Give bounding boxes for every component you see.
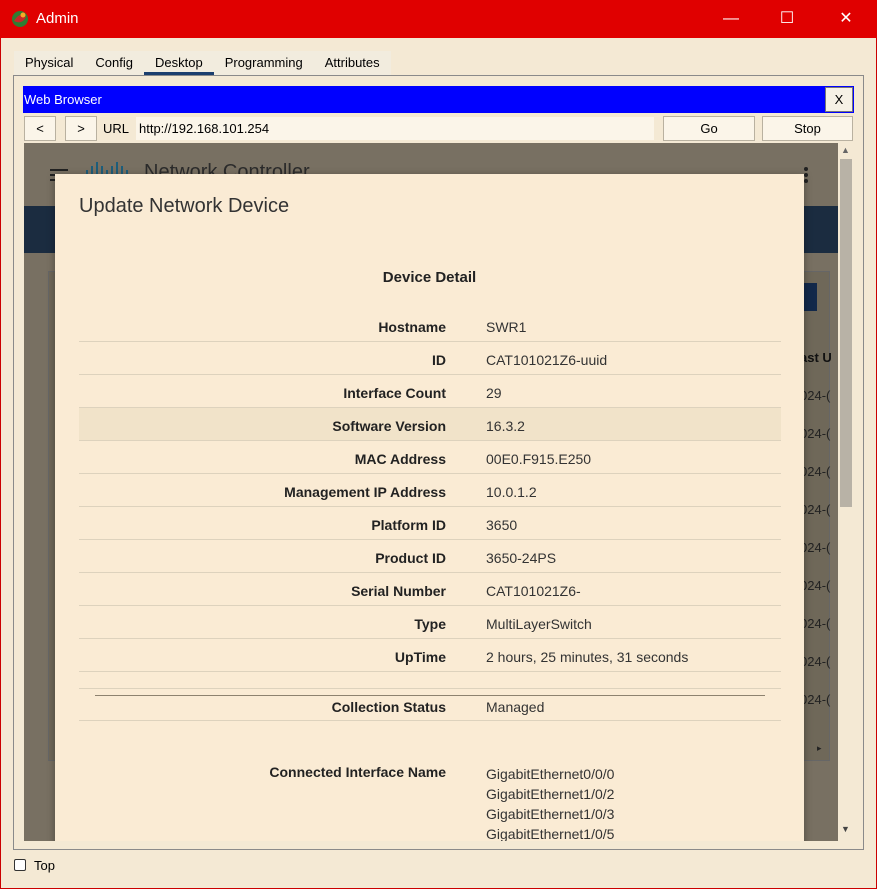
scrollbar-thumb[interactable]	[840, 159, 852, 507]
top-checkbox[interactable]	[14, 859, 26, 871]
detail-label: Software Version	[332, 418, 446, 434]
go-button[interactable]: Go	[663, 116, 755, 141]
maximize-button[interactable]: ☐	[758, 0, 816, 38]
update-device-modal: Update Network Device Device Detail Host…	[55, 174, 804, 841]
forward-button[interactable]: >	[65, 116, 97, 141]
detail-label: Hostname	[378, 319, 446, 335]
detail-value: 2 hours, 25 minutes, 31 seconds	[486, 649, 689, 665]
detail-value: CAT101021Z6-	[486, 583, 581, 599]
tab-programming[interactable]: Programming	[214, 51, 314, 75]
detail-row-id: ID CAT101021Z6-uuid	[79, 342, 781, 375]
detail-row-platform-id: Platform ID 3650	[79, 507, 781, 540]
interface-item: GigabitEthernet0/0/0	[486, 766, 615, 782]
detail-label: Interface Count	[343, 385, 446, 401]
web-browser-title: Web Browser	[23, 86, 854, 113]
interface-item: GigabitEthernet1/0/2	[486, 786, 615, 802]
minimize-button[interactable]: —	[702, 0, 760, 38]
detail-value: 29	[486, 385, 502, 401]
stop-button[interactable]: Stop	[762, 116, 853, 141]
modal-title: Update Network Device	[79, 195, 290, 217]
tab-attributes[interactable]: Attributes	[314, 51, 391, 75]
tab-desktop[interactable]: Desktop	[144, 51, 214, 75]
detail-value: Managed	[486, 699, 545, 715]
detail-row-product-id: Product ID 3650-24PS	[79, 540, 781, 573]
interface-list: GigabitEthernet0/0/0 GigabitEthernet1/0/…	[486, 764, 614, 841]
url-label: URL	[103, 121, 130, 136]
detail-value: MultiLayerSwitch	[486, 616, 592, 632]
detail-value: CAT101021Z6-uuid	[486, 352, 608, 368]
detail-label: Serial Number	[351, 583, 446, 599]
browser-nav-row: < > URL Go Stop	[23, 116, 854, 141]
window-titlebar: Admin — ☐ ✕	[0, 0, 877, 38]
detail-label: Product ID	[375, 550, 446, 566]
detail-label: UpTime	[394, 649, 446, 665]
detail-row-hostname: Hostname SWR1	[79, 309, 781, 342]
detail-value: 10.0.1.2	[486, 484, 537, 500]
tab-physical[interactable]: Physical	[14, 51, 84, 75]
detail-row-management-ip: Management IP Address 10.0.1.2	[79, 474, 781, 507]
detail-label: Type	[414, 616, 446, 632]
interface-item: GigabitEthernet1/0/3	[486, 806, 615, 822]
section-title: Device Detail	[382, 269, 477, 286]
detail-row-collection-status: Collection Status Managed	[79, 688, 781, 721]
detail-row-software-version: Software Version 16.3.2	[79, 408, 781, 441]
device-tabs: Physical Config Desktop Programming Attr…	[14, 51, 391, 75]
window-title: Admin	[36, 10, 79, 27]
tab-config[interactable]: Config	[84, 51, 144, 75]
detail-value: 3650	[486, 517, 518, 533]
modal-clip: Update Network Device Device Detail Host…	[24, 143, 838, 841]
scroll-up-icon[interactable]: ▲	[841, 145, 850, 155]
detail-label: MAC Address	[354, 451, 446, 467]
detail-value: 00E0.F915.E250	[486, 451, 592, 467]
interface-item: GigabitEthernet1/0/5	[486, 826, 615, 841]
detail-label: Platform ID	[371, 517, 446, 533]
detail-value: 3650-24PS	[486, 550, 557, 566]
detail-label: Management IP Address	[284, 484, 446, 500]
detail-label: Connected Interface Name	[269, 764, 446, 780]
url-input[interactable]	[136, 117, 654, 140]
app-logo-icon	[12, 11, 28, 27]
scroll-down-icon[interactable]: ▼	[841, 824, 850, 834]
back-button[interactable]: <	[24, 116, 56, 141]
detail-row-connected-interfaces: Connected Interface Name GigabitEthernet…	[79, 754, 781, 841]
detail-row-interface-count: Interface Count 29	[79, 375, 781, 408]
detail-value: 16.3.2	[486, 418, 525, 434]
detail-label: Collection Status	[331, 699, 446, 715]
detail-row-mac-address: MAC Address 00E0.F915.E250	[79, 441, 781, 474]
detail-row-serial-number: Serial Number CAT101021Z6-	[79, 573, 781, 606]
detail-row-type: Type MultiLayerSwitch	[79, 606, 781, 639]
close-window-button[interactable]: ✕	[817, 0, 875, 38]
browser-close-button[interactable]: X	[825, 87, 853, 112]
top-label: Top	[34, 858, 55, 873]
detail-row-uptime: UpTime 2 hours, 25 minutes, 31 seconds	[79, 639, 781, 672]
vertical-scrollbar[interactable]: ▲ ▼	[838, 143, 854, 841]
detail-value: SWR1	[486, 319, 527, 335]
detail-label: ID	[432, 352, 446, 368]
